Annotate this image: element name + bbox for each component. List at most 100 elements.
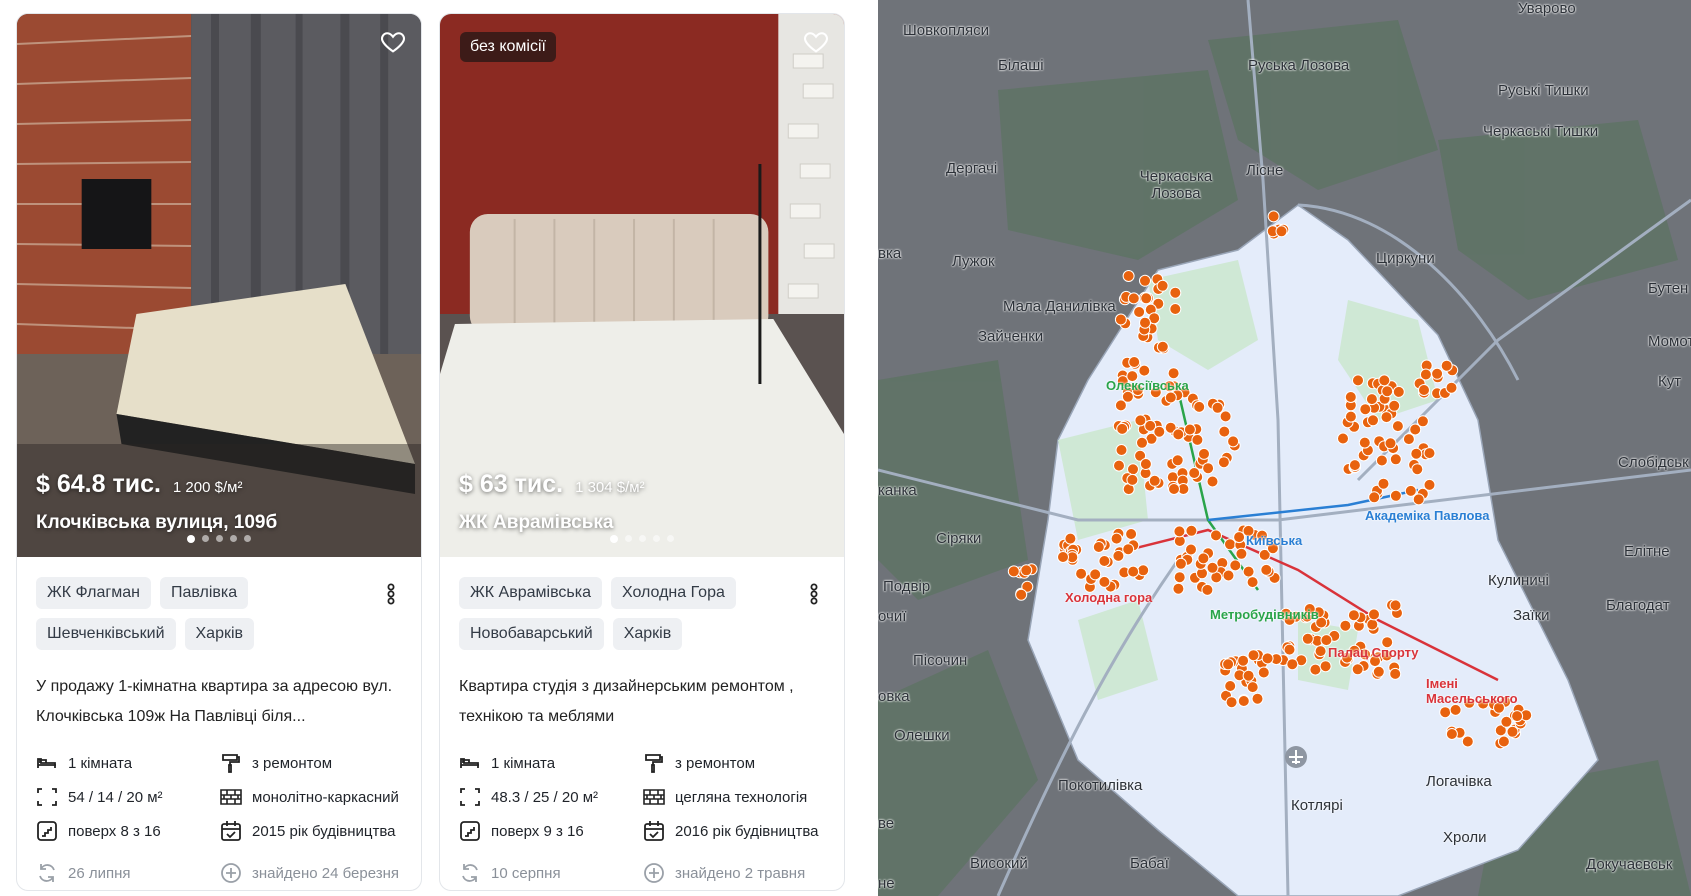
listing-map-marker[interactable] (1497, 735, 1510, 748)
pagination-dot[interactable] (667, 535, 674, 542)
listing-map-marker[interactable] (1367, 414, 1379, 427)
listing-map-marker[interactable] (1439, 706, 1452, 719)
listing-map-marker[interactable] (1198, 447, 1210, 460)
tag-city[interactable]: Харків (612, 618, 683, 650)
listing-map-marker[interactable] (1246, 681, 1259, 694)
listing-map-marker[interactable] (1449, 703, 1462, 716)
listing-map-marker[interactable] (1122, 543, 1135, 556)
listing-map-marker[interactable] (1275, 225, 1288, 238)
listing-map-marker[interactable] (1225, 696, 1238, 709)
listing-map-marker[interactable] (1431, 367, 1444, 380)
map-view[interactable]: Шовкопляси Білаші Руська Лозова Руські Т… (878, 0, 1691, 896)
listing-map-marker[interactable] (1206, 475, 1219, 488)
listing-map-marker[interactable] (1389, 453, 1402, 466)
listing-map-marker[interactable] (1007, 565, 1020, 578)
listing-map-marker[interactable] (1139, 458, 1152, 470)
listing-map-marker[interactable] (1500, 715, 1513, 728)
listing-map-marker[interactable] (1148, 474, 1161, 487)
pagination-dot[interactable] (230, 535, 237, 542)
listing-map-marker[interactable] (1139, 274, 1151, 287)
listing-map-marker[interactable] (1015, 588, 1028, 601)
listing-map-marker[interactable] (1344, 410, 1357, 423)
listing-map-marker[interactable] (1247, 649, 1260, 662)
listing-map-marker[interactable] (1169, 286, 1182, 299)
listing-photo[interactable]: $ 64.8 тис. 1 200 $/м² Клочківська вулиц… (17, 14, 421, 557)
listing-map-marker[interactable] (1461, 735, 1474, 748)
listing-map-marker[interactable] (1098, 555, 1111, 567)
listing-map-marker[interactable] (1389, 667, 1402, 680)
listing-map-marker[interactable] (1229, 559, 1242, 572)
listing-map-marker[interactable] (1368, 608, 1380, 621)
listing-map-marker[interactable] (1064, 532, 1077, 545)
listing-map-marker[interactable] (1222, 658, 1235, 671)
listing-map-marker[interactable] (1378, 374, 1391, 387)
listing-map-marker[interactable] (1404, 484, 1417, 497)
listing-map-marker[interactable] (1172, 428, 1185, 441)
listing-map-marker[interactable] (1375, 454, 1388, 467)
more-options-icon[interactable] (804, 583, 824, 605)
listing-map-marker[interactable] (1183, 423, 1196, 436)
listing-map-marker[interactable] (1138, 364, 1151, 377)
listing-map-marker[interactable] (1358, 436, 1371, 449)
listing-map-marker[interactable] (1286, 658, 1299, 671)
listing-map-marker[interactable] (1127, 292, 1140, 305)
listing-map-marker[interactable] (1301, 632, 1314, 645)
listing-map-marker[interactable] (1202, 462, 1215, 475)
listing-map-marker[interactable] (1136, 436, 1148, 449)
listing-map-marker[interactable] (1391, 420, 1404, 433)
tag-complex[interactable]: ЖК Аврамівська (459, 577, 602, 609)
listing-map-marker[interactable] (1098, 575, 1111, 588)
listing-map-marker[interactable] (1233, 531, 1246, 544)
listing-map-marker[interactable] (1242, 669, 1255, 682)
listing-map-marker[interactable] (1359, 403, 1372, 416)
listing-map-marker[interactable] (1389, 599, 1402, 612)
listing-map-marker[interactable] (1185, 543, 1197, 556)
listing-map-marker[interactable] (1164, 391, 1177, 404)
pagination-dot[interactable] (639, 535, 646, 542)
listing-map-marker[interactable] (1411, 463, 1424, 476)
tag-city[interactable]: Харків (184, 618, 255, 650)
listing-map-marker[interactable] (1257, 666, 1270, 679)
listing-map-marker[interactable] (1235, 547, 1248, 560)
listing-photo[interactable]: без комісії $ 63 тис. 1 304 $/м² ЖК Авра… (440, 14, 844, 557)
listing-map-marker[interactable] (1445, 381, 1458, 394)
listing-map-marker[interactable] (1352, 374, 1364, 387)
tag-district[interactable]: Новобаварський (459, 618, 604, 650)
listing-map-marker[interactable] (1201, 583, 1214, 596)
tag-neighborhood[interactable]: Холодна Гора (610, 577, 736, 609)
listing-map-marker[interactable] (1075, 567, 1088, 580)
listing-map-marker[interactable] (1511, 710, 1524, 723)
listing-map-marker[interactable] (1140, 292, 1153, 305)
listing-map-marker[interactable] (1366, 618, 1379, 631)
listing-map-marker[interactable] (1169, 303, 1182, 315)
listing-map-marker[interactable] (1224, 538, 1236, 551)
heart-icon[interactable] (379, 28, 407, 56)
listing-map-marker[interactable] (1137, 564, 1150, 577)
listing-map-marker[interactable] (1347, 609, 1360, 622)
listing-map-marker[interactable] (1116, 422, 1129, 435)
listing-map-marker[interactable] (1133, 306, 1146, 318)
listing-map-marker[interactable] (1188, 467, 1201, 479)
listing-map-marker[interactable] (1112, 549, 1125, 562)
listing-map-marker[interactable] (1402, 433, 1415, 446)
pagination-dot[interactable] (187, 535, 195, 543)
listing-map-marker[interactable] (1193, 400, 1206, 413)
listing-map-marker[interactable] (1172, 582, 1185, 595)
listing-map-marker[interactable] (1388, 399, 1401, 412)
listing-map-marker[interactable] (1506, 725, 1519, 738)
listing-map-marker[interactable] (1197, 552, 1210, 565)
listing-map-marker[interactable] (1168, 483, 1180, 495)
listing-map-marker[interactable] (1020, 564, 1033, 577)
listing-map-marker[interactable] (1384, 437, 1397, 450)
pagination-dot[interactable] (244, 535, 251, 542)
listing-map-marker[interactable] (1445, 728, 1458, 740)
listing-map-marker[interactable] (1260, 563, 1273, 576)
listing-map-marker[interactable] (1309, 663, 1322, 676)
listing-map-marker[interactable] (1171, 454, 1184, 467)
listing-card[interactable]: без комісії $ 63 тис. 1 304 $/м² ЖК Авра… (439, 13, 845, 891)
listing-map-marker[interactable] (1261, 652, 1274, 665)
pagination-dot[interactable] (610, 535, 618, 543)
tag-complex[interactable]: ЖК Флагман (36, 577, 151, 609)
listing-map-marker[interactable] (1153, 425, 1166, 438)
listing-map-marker[interactable] (1351, 663, 1364, 676)
